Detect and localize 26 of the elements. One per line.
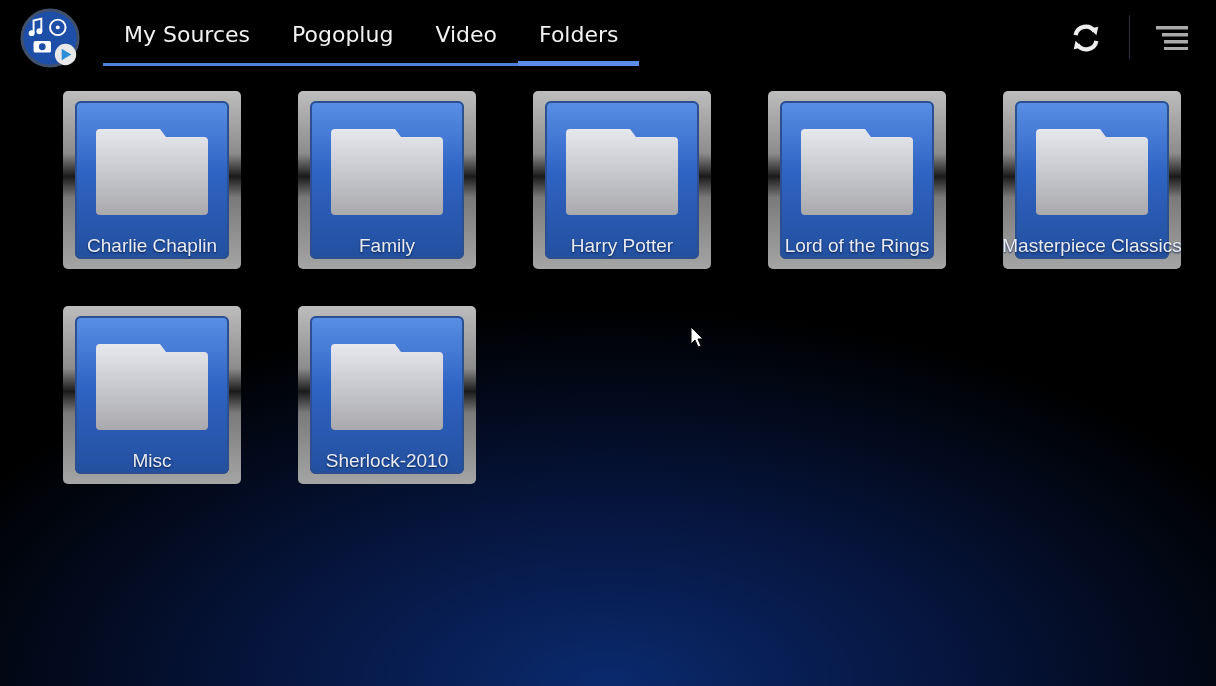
folder-name: Family xyxy=(358,235,416,257)
menu-icon[interactable] xyxy=(1156,26,1188,50)
tab[interactable]: Video xyxy=(414,18,519,66)
folder-name: Misc xyxy=(131,450,173,472)
folder-icon xyxy=(1036,129,1148,215)
folder-icon xyxy=(96,344,208,430)
tab[interactable]: Pogoplug xyxy=(271,18,415,66)
tab[interactable]: Folders xyxy=(518,18,640,66)
folder-tile[interactable]: Sherlock-2010 xyxy=(298,306,476,484)
folder-tile[interactable]: Charlie Chaplin xyxy=(63,91,241,269)
folder-name: Harry Potter xyxy=(569,235,675,257)
folder-tile[interactable]: Misc xyxy=(63,306,241,484)
folder-tile[interactable]: Harry Potter xyxy=(533,91,711,269)
folder-icon xyxy=(566,129,678,215)
folder-icon xyxy=(331,344,443,430)
app-logo-icon[interactable] xyxy=(20,8,82,70)
folder-tile[interactable]: Family xyxy=(298,91,476,269)
mouse-pointer-icon xyxy=(690,326,704,348)
folder-icon xyxy=(96,129,208,215)
tab[interactable]: My Sources xyxy=(103,18,272,66)
folder-name: Charlie Chaplin xyxy=(86,235,218,257)
folder-name: Lord of the Rings xyxy=(783,235,931,257)
folder-name: Sherlock-2010 xyxy=(324,450,450,472)
folder-icon xyxy=(331,129,443,215)
folder-icon xyxy=(801,129,913,215)
folder-tile[interactable]: Lord of the Rings xyxy=(768,91,946,269)
